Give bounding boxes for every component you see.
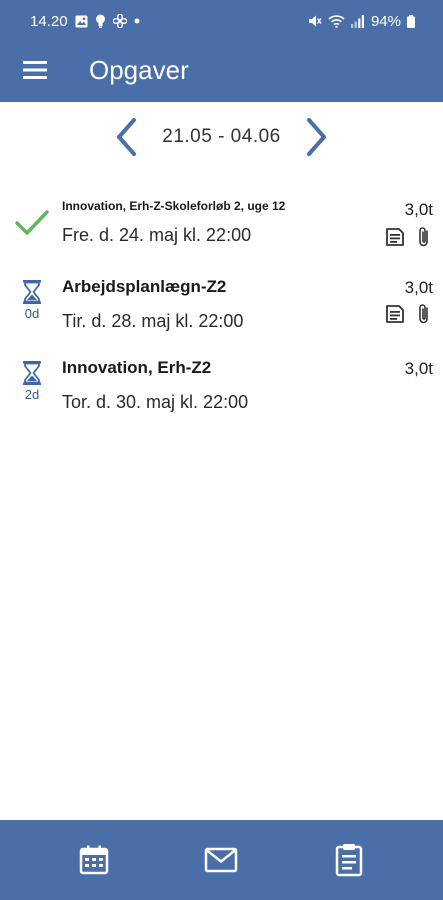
battery-percentage: 94% [370,12,401,30]
signal-icon [350,14,365,28]
tasks-tab[interactable] [319,830,379,890]
calendar-icon [79,845,109,875]
task-name: Innovation, Erh-Z2 [62,358,212,377]
previous-week-button[interactable] [104,112,148,162]
task-icons [385,226,431,248]
task-hours: 3,0t [404,278,433,297]
task-list: Innovation, Erh-Z-Skoleforløb 2, uge 12 … [0,190,443,433]
mail-icon [205,847,238,873]
task-item[interactable]: 0d Arbejdsplanlægn-Z2 3,0t Tir. d. 28. m… [0,271,443,352]
task-due-date: Fre. d. 24. maj kl. 22:00 [62,225,252,245]
next-week-button[interactable] [295,112,339,162]
status-time: 14.20 [30,12,68,30]
lightbulb-notification-icon [95,14,106,28]
task-item[interactable]: 2d Innovation, Erh-Z2 3,0t Tor. d. 30. m… [0,352,443,433]
chevron-left-icon [117,118,137,156]
task-name: Arbejdsplanlægn-Z2 [62,277,227,296]
hamburger-menu-button[interactable] [0,44,70,96]
page-title: Opgaver [89,54,189,85]
task-status: 2d [12,360,52,402]
battery-icon [407,14,415,28]
days-remaining: 0d [24,306,40,321]
week-navigation: 21.05 - 04.06 [0,112,443,162]
calendar-tab[interactable] [64,830,124,890]
task-due-date: Tir. d. 28. maj kl. 22:00 [62,311,244,331]
hamburger-menu-icon [23,61,47,79]
more-notifications-dot-icon [134,18,140,24]
mute-icon [308,14,322,28]
document-icon [385,226,405,248]
task-name: Innovation, Erh-Z-Skoleforløb 2, uge 12 [62,199,286,213]
task-status: 0d [12,279,52,321]
bottom-navigation [0,820,443,900]
hourglass-icon [23,361,41,385]
checkmark-icon [15,210,49,235]
toolbar: Opgaver [0,44,443,96]
days-remaining: 2d [24,387,40,402]
task-item[interactable]: Innovation, Erh-Z-Skoleforløb 2, uge 12 … [0,190,443,271]
chevron-right-icon [306,118,326,156]
date-range: 21.05 - 04.06 [162,126,281,147]
task-hours: 3,0t [404,200,433,219]
hourglass-icon [23,280,41,304]
attachment-icon [417,303,431,325]
task-status [12,208,52,238]
status-bar: 14.20 94% [0,0,443,42]
attachment-icon [417,226,431,248]
messages-tab[interactable] [191,830,251,890]
gallery-notification-icon [75,15,88,28]
task-hours: 3,0t [404,359,433,378]
document-icon [385,303,405,325]
wifi-icon [328,14,345,28]
fan-notification-icon [112,14,127,28]
app-header: 14.20 94% Opgaver [0,0,443,102]
task-due-date: Tor. d. 30. maj kl. 22:00 [62,392,249,412]
task-icons [385,303,431,325]
clipboard-icon [335,844,363,877]
